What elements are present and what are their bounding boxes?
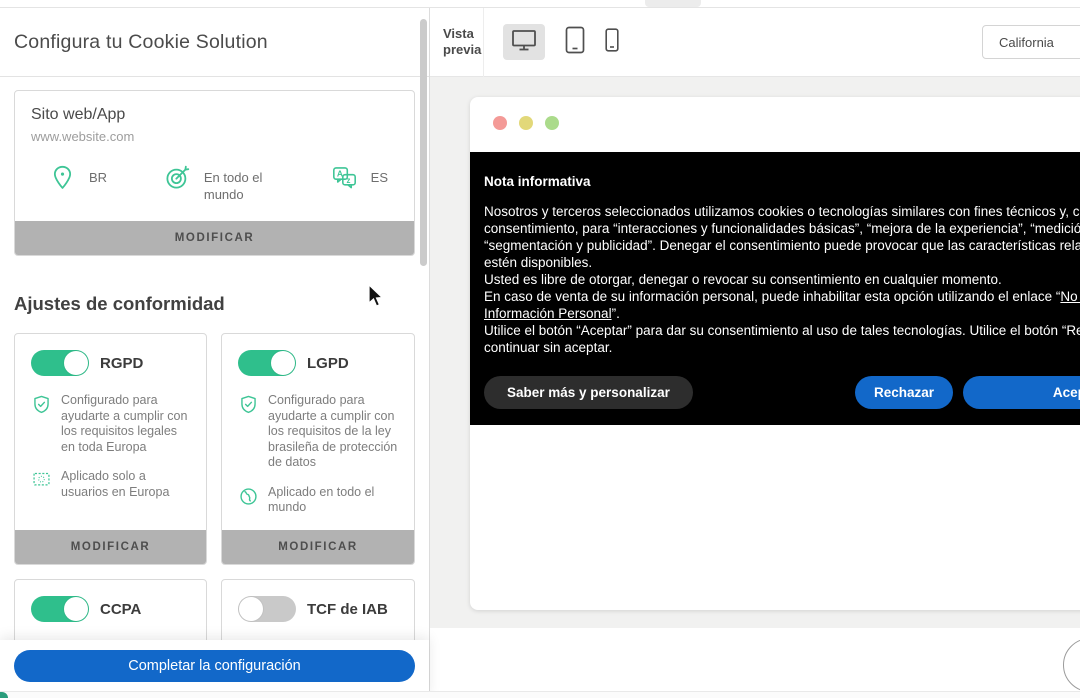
country-label: BR xyxy=(89,164,107,186)
banner-text-line: Usted es libre de otorgar, denegar o rev… xyxy=(484,271,1080,288)
preview-label-line1: Vista xyxy=(443,26,481,42)
rgpd-toggle[interactable] xyxy=(31,350,89,376)
background-tab xyxy=(645,0,701,7)
rgpd-label: RGPD xyxy=(100,355,143,372)
shield-check-icon xyxy=(31,393,52,455)
toggle-knob xyxy=(64,597,88,621)
toggle-knob xyxy=(64,351,88,375)
website-modify-button[interactable]: MODIFICAR xyxy=(15,221,414,255)
banner-buttons-row: Saber más y personalizar Rechazar Acepta… xyxy=(470,376,1080,409)
country-item: BR xyxy=(49,164,107,196)
globe-icon xyxy=(238,485,259,516)
close-dot-icon xyxy=(493,116,507,130)
banner-text-line: En caso de venta de su información perso… xyxy=(484,288,1080,305)
banner-text-line: consentimiento, para “interacciones y fu… xyxy=(484,220,1080,237)
ccpa-toggle[interactable] xyxy=(31,596,89,622)
translate-icon: A z xyxy=(331,164,358,196)
toggle-knob xyxy=(271,351,295,375)
shield-check-icon xyxy=(238,393,259,471)
maximize-dot-icon xyxy=(545,116,559,130)
banner-text-line: Nosotros y terceros seleccionados utiliz… xyxy=(484,203,1080,220)
banner-text-line: continuar sin aceptar. xyxy=(484,339,1080,356)
website-card-title: Sito web/App xyxy=(31,106,398,124)
lgpd-toggle[interactable] xyxy=(238,350,296,376)
scope-label: En todo el mundo xyxy=(204,164,274,203)
preview-bottom-area xyxy=(430,628,1080,698)
banner-text-line: estén disponibles. xyxy=(484,254,1080,271)
accept-button[interactable]: Aceptar xyxy=(963,376,1080,409)
browser-mockup: Nota informativa Nosotros y terceros sel… xyxy=(470,97,1080,610)
rgpd-modify-button[interactable]: MODIFICAR xyxy=(15,530,206,564)
lgpd-point-1-text: Configurado para ayudarte a cumplir con … xyxy=(268,393,402,471)
lgpd-point-2: Aplicado en todo el mundo xyxy=(238,485,402,516)
preview-area: Vista previa xyxy=(430,8,1080,698)
lgpd-label: LGPD xyxy=(307,355,349,372)
scrollbar-thumb[interactable] xyxy=(420,19,427,266)
do-not-sell-link[interactable]: No Vender Mi xyxy=(1060,289,1080,304)
eu-flag-icon xyxy=(31,469,52,500)
complete-configuration-button[interactable]: Completar la configuración xyxy=(14,650,415,682)
top-strip xyxy=(0,0,1080,8)
target-icon xyxy=(164,164,191,196)
banner-text-segment: En caso de venta de su información perso… xyxy=(484,289,1060,304)
page-title: Configura tu Cookie Solution xyxy=(14,31,268,54)
minimize-dot-icon xyxy=(519,116,533,130)
do-not-sell-link[interactable]: Información Personal xyxy=(484,306,612,321)
panel-body: Sito web/App www.website.com BR xyxy=(0,77,429,698)
rgpd-point-2: Aplicado solo a usuarios en Europa xyxy=(31,469,194,500)
preview-label-line2: previa xyxy=(443,42,481,58)
customize-button[interactable]: Saber más y personalizar xyxy=(484,376,693,409)
preview-toolbar: Vista previa xyxy=(430,8,1080,77)
browser-window-controls xyxy=(493,116,559,130)
language-item: A z ES xyxy=(331,164,388,196)
language-label: ES xyxy=(371,164,388,186)
compliance-heading: Ajustes de conformidad xyxy=(14,293,225,315)
tcf-label: TCF de IAB xyxy=(307,601,388,618)
svg-text:z: z xyxy=(346,176,350,185)
preview-body: Nota informativa Nosotros y terceros sel… xyxy=(430,77,1080,698)
bottom-strip xyxy=(0,691,1080,698)
banner-text-segment: ”. xyxy=(612,306,620,321)
banner-text-line: Información Personal”. xyxy=(484,305,1080,322)
lgpd-point-2-text: Aplicado en todo el mundo xyxy=(268,485,402,516)
mobile-icon xyxy=(605,28,619,57)
lgpd-card: LGPD Configurado para ayudarte a cumplir… xyxy=(221,333,415,565)
toolbar-divider xyxy=(483,8,484,77)
mobile-device-button[interactable] xyxy=(605,28,619,57)
desktop-device-button[interactable] xyxy=(503,24,545,60)
desktop-icon xyxy=(511,28,537,57)
reject-button[interactable]: Rechazar xyxy=(855,376,953,409)
tablet-device-button[interactable] xyxy=(565,26,585,59)
rgpd-point-1-text: Configurado para ayudarte a cumplir con … xyxy=(61,393,194,455)
toggle-knob xyxy=(239,597,263,621)
location-pin-icon xyxy=(49,164,76,196)
ccpa-label: CCPA xyxy=(100,601,141,618)
configuration-panel: Configura tu Cookie Solution Sito web/Ap… xyxy=(0,8,430,698)
website-settings-row: BR En todo el mundo xyxy=(15,144,414,221)
tablet-icon xyxy=(565,26,585,59)
cookie-banner: Nota informativa Nosotros y terceros sel… xyxy=(470,152,1080,425)
device-selector xyxy=(503,24,619,60)
banner-text-line: Utilice el botón “Aceptar” para dar su c… xyxy=(484,322,1080,339)
banner-text-line: “segmentación y publicidad”. Denegar el … xyxy=(484,237,1080,254)
website-card: Sito web/App www.website.com BR xyxy=(14,90,415,256)
panel-header: Configura tu Cookie Solution xyxy=(0,8,429,77)
website-url: www.website.com xyxy=(31,129,398,144)
region-selector[interactable]: California xyxy=(982,25,1080,59)
preview-label: Vista previa xyxy=(443,26,481,58)
lgpd-modify-button[interactable]: MODIFICAR xyxy=(222,530,414,564)
tcf-toggle[interactable] xyxy=(238,596,296,622)
banner-title: Nota informativa xyxy=(484,174,1080,189)
rgpd-point-1: Configurado para ayudarte a cumplir con … xyxy=(31,393,194,455)
rgpd-card: RGPD Configurado para ayudarte a cumplir… xyxy=(14,333,207,565)
scope-item: En todo el mundo xyxy=(164,164,274,203)
lgpd-point-1: Configurado para ayudarte a cumplir con … xyxy=(238,393,402,471)
svg-text:A: A xyxy=(337,168,343,178)
rgpd-point-2-text: Aplicado solo a usuarios en Europa xyxy=(61,469,194,500)
panel-footer: Completar la configuración xyxy=(0,640,429,698)
